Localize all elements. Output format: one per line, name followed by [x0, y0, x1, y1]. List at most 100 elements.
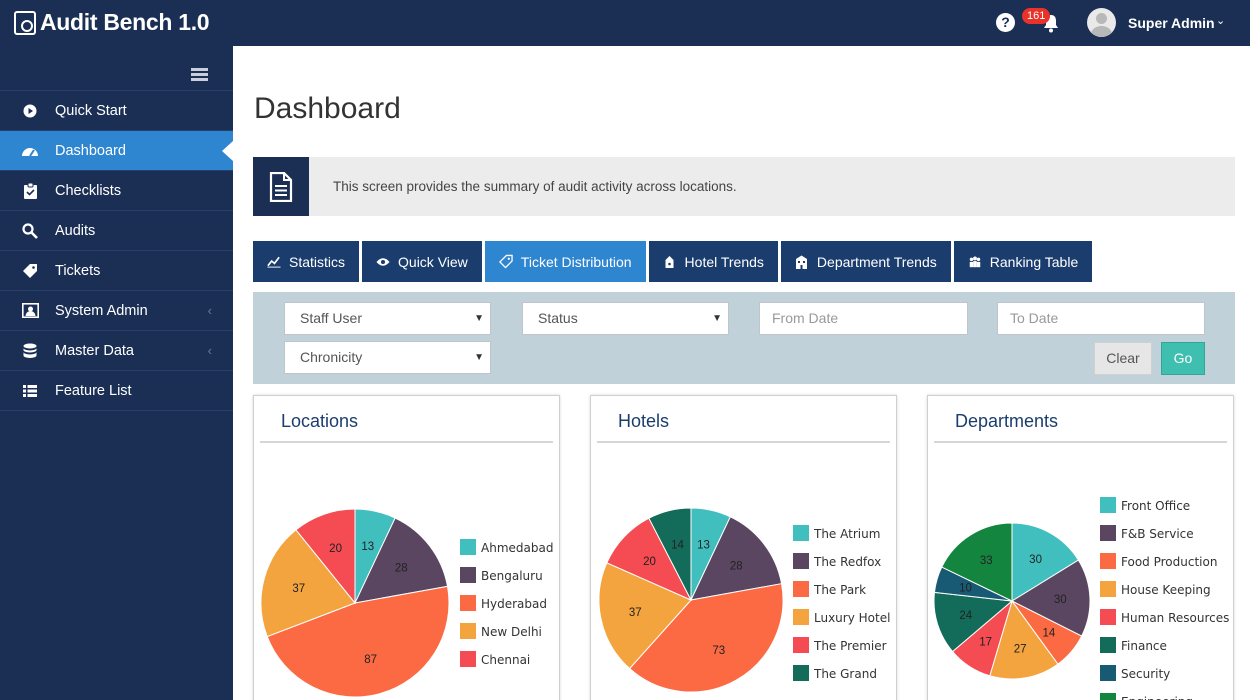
clear-button[interactable]: Clear: [1094, 342, 1152, 375]
notification-count-badge: 161: [1022, 8, 1051, 24]
tab-ticket-distribution[interactable]: Ticket Distribution: [484, 241, 646, 282]
legend-label[interactable]: Security: [1121, 667, 1170, 681]
legend-swatch[interactable]: [460, 567, 476, 583]
chronicity-select-value: Chronicity: [300, 349, 363, 365]
sidebar-item-checklists[interactable]: Checklists: [0, 171, 233, 211]
legend-label[interactable]: Hyderabad: [481, 597, 547, 611]
legend-swatch[interactable]: [793, 609, 809, 625]
sidebar-item-tickets[interactable]: Tickets: [0, 251, 233, 291]
legend-swatch[interactable]: [1100, 553, 1116, 569]
list-icon: [21, 382, 39, 400]
user-name[interactable]: Super Admin: [1128, 15, 1215, 31]
from-date-input[interactable]: From Date: [759, 302, 968, 335]
brand-logo[interactable]: Audit Bench 1.0: [14, 9, 210, 36]
legend-label[interactable]: New Delhi: [481, 625, 542, 639]
legend-swatch[interactable]: [1100, 693, 1116, 700]
tab-quick-view[interactable]: Quick View: [362, 241, 482, 282]
legend-label[interactable]: Front Office: [1121, 499, 1190, 513]
admin-icon: [21, 302, 39, 320]
legend-swatch[interactable]: [460, 651, 476, 667]
legend-label[interactable]: The Redfox: [813, 555, 881, 569]
locations-chart-card: Locations 13 28 87 37 20 Ahmedabad Bengaluru Hy…: [253, 395, 560, 700]
legend-label[interactable]: Engineering: [1121, 695, 1193, 700]
pie-data-label: 37: [629, 607, 642, 619]
chevron-down-icon[interactable]: ⌄: [1216, 14, 1225, 27]
pie-data-label: 73: [712, 645, 725, 657]
legend-label[interactable]: Ahmedabad: [481, 541, 553, 555]
legend-swatch[interactable]: [1100, 525, 1116, 541]
sidebar-item-label: Quick Start: [55, 102, 127, 119]
departments-pie-chart: 30 30 14 27 17 24 10 33 Front Office F&B Service F…: [933, 497, 1229, 700]
legend-swatch[interactable]: [793, 665, 809, 681]
hotels-pie-chart: 13 28 73 37 20 14 The Atrium The Redfox The Park…: [598, 507, 890, 693]
legend-swatch[interactable]: [460, 539, 476, 555]
legend-swatch[interactable]: [793, 525, 809, 541]
pie-data-label: 20: [643, 556, 656, 568]
sidebar-item-audits[interactable]: Audits: [0, 211, 233, 251]
avatar[interactable]: [1087, 8, 1116, 37]
users-icon: [968, 255, 982, 269]
sidebar-item-system-admin[interactable]: System Admin ‹: [0, 291, 233, 331]
tab-statistics[interactable]: Statistics: [253, 241, 360, 282]
tab-ranking-table[interactable]: Ranking Table: [953, 241, 1093, 282]
legend-label[interactable]: F&B Service: [1121, 527, 1194, 541]
chevron-left-icon: ‹: [207, 343, 212, 358]
staff-user-select[interactable]: Staff User ▼: [284, 302, 491, 335]
chronicity-select[interactable]: Chronicity ▼: [284, 341, 491, 374]
tab-hotel-trends[interactable]: Hotel Trends: [648, 241, 778, 282]
legend-label[interactable]: House Keeping: [1121, 583, 1211, 597]
sidebar-item-quick-start[interactable]: Quick Start: [0, 91, 233, 131]
legend-label[interactable]: The Premier: [813, 639, 887, 653]
legend-swatch[interactable]: [793, 581, 809, 597]
bell-hop-icon: [663, 255, 677, 269]
page-title: Dashboard: [254, 92, 401, 125]
dropdown-arrow-icon: ▼: [712, 313, 722, 324]
sidebar-item-master-data[interactable]: Master Data ‹: [0, 331, 233, 371]
legend-swatch[interactable]: [1100, 665, 1116, 681]
legend-swatch[interactable]: [793, 553, 809, 569]
line-chart-icon: [267, 255, 281, 269]
pie-data-label: 14: [1042, 627, 1055, 639]
hamburger-menu-icon[interactable]: [191, 68, 208, 82]
go-button[interactable]: Go: [1161, 342, 1205, 375]
sidebar-item-label: Feature List: [55, 382, 132, 399]
sidebar-item-feature-list[interactable]: Feature List: [0, 371, 233, 411]
pie-data-label: 28: [730, 560, 743, 572]
clipboard-icon: [21, 182, 39, 200]
legend-swatch[interactable]: [460, 595, 476, 611]
legend-swatch[interactable]: [793, 637, 809, 653]
tab-label: Quick View: [398, 253, 468, 270]
tab-label: Department Trends: [816, 253, 937, 270]
legend-swatch[interactable]: [1100, 497, 1116, 513]
ticket-icon: [498, 254, 513, 269]
to-date-input[interactable]: To Date: [997, 302, 1205, 335]
sidebar-item-label: Dashboard: [55, 142, 126, 159]
staff-user-select-value: Staff User: [300, 310, 362, 326]
pie-data-label: 24: [959, 610, 972, 622]
legend-label[interactable]: Finance: [1121, 639, 1167, 653]
tab-department-trends[interactable]: Department Trends: [780, 241, 951, 282]
dashboard-gauge-icon: [21, 142, 39, 160]
legend-label[interactable]: Bengaluru: [481, 569, 543, 583]
sidebar-item-dashboard[interactable]: Dashboard: [0, 131, 233, 171]
pie-data-label: 37: [292, 583, 305, 595]
legend-label[interactable]: Chennai: [481, 653, 530, 667]
legend-label[interactable]: Luxury Hotel: [814, 611, 890, 625]
play-circle-icon: [21, 102, 39, 120]
legend-swatch[interactable]: [1100, 581, 1116, 597]
legend-swatch[interactable]: [460, 623, 476, 639]
legend-label[interactable]: Food Production: [1121, 555, 1217, 569]
chevron-left-icon: ‹: [207, 303, 212, 318]
legend-swatch[interactable]: [1100, 637, 1116, 653]
legend-label[interactable]: The Park: [813, 583, 866, 597]
pie-data-label: 33: [980, 555, 993, 567]
status-select[interactable]: Status ▼: [522, 302, 729, 335]
legend-label[interactable]: The Grand: [813, 667, 877, 681]
legend-label[interactable]: Human Resources: [1121, 611, 1229, 625]
dashboard-tabs: Statistics Quick View Ticket Distributio…: [253, 241, 1095, 282]
legend-label[interactable]: The Atrium: [813, 527, 880, 541]
help-icon[interactable]: ?: [996, 13, 1015, 32]
sidebar-item-label: Checklists: [55, 182, 122, 199]
sidebar-item-label: Audits: [55, 222, 96, 239]
legend-swatch[interactable]: [1100, 609, 1116, 625]
